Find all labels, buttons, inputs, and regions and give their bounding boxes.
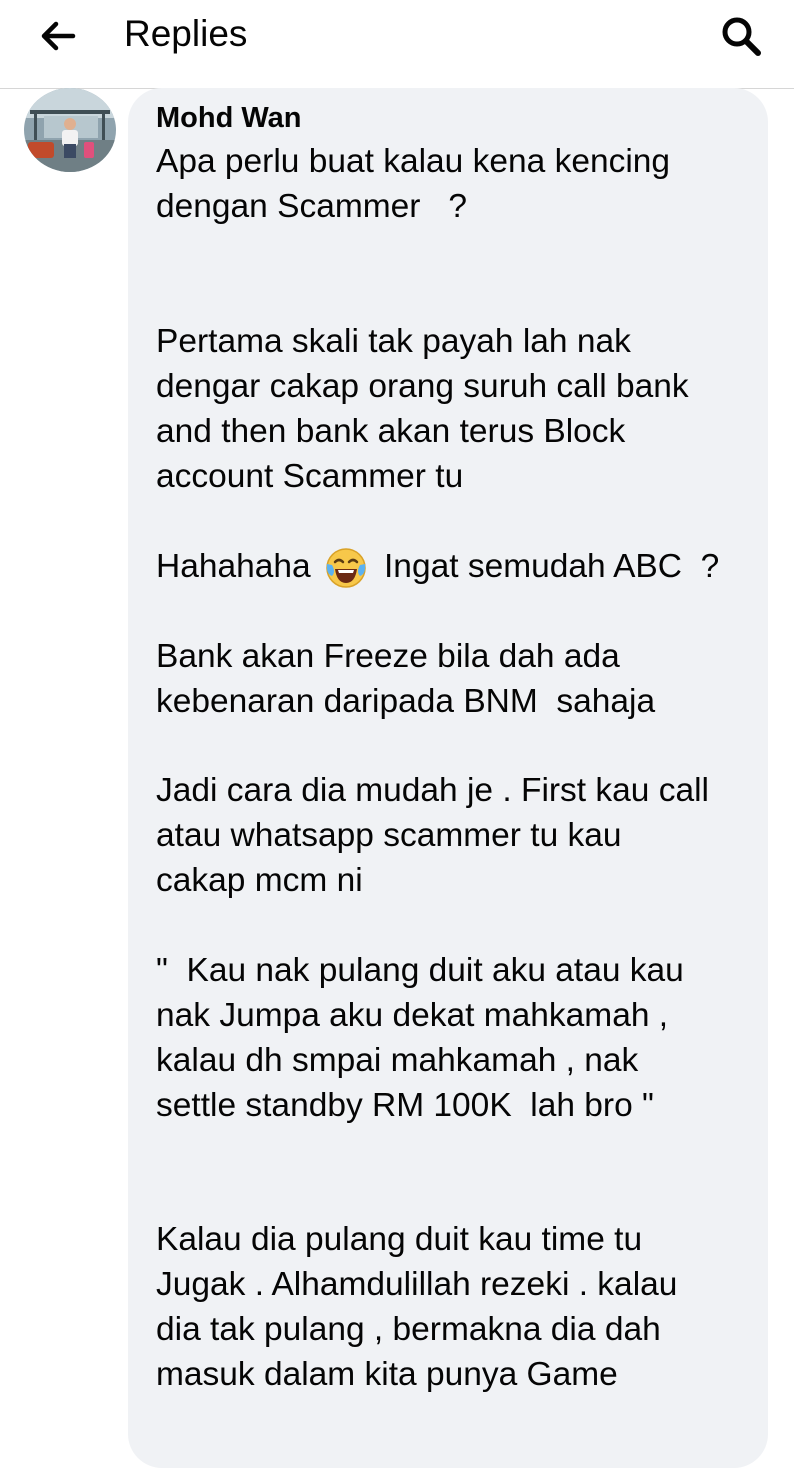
- comment-line: Ingat semudah ABC ?: [384, 548, 720, 585]
- comment-line: kalau dh smpai mahkamah , nak: [156, 1042, 639, 1079]
- comment-line: Hahahaha: [156, 548, 311, 585]
- comment-line: masuk dalam kita punya Game: [156, 1356, 618, 1393]
- avatar[interactable]: [24, 88, 116, 172]
- back-button[interactable]: [28, 10, 88, 62]
- comment-line: settle standby RM 100K lah bro ": [156, 1087, 654, 1124]
- comment-line: dengan Scammer ?: [156, 188, 467, 225]
- arrow-left-icon: [41, 21, 76, 51]
- comment-line: Bank akan Freeze bila dah ada: [156, 638, 620, 675]
- tears-of-joy-emoji: [326, 548, 366, 588]
- top-bar: Replies: [0, 0, 794, 89]
- comment-line: Jadi cara dia mudah je . First kau call: [156, 772, 709, 809]
- comment-line: Apa perlu buat kalau kena kencing: [156, 143, 671, 180]
- avatar-photo: [24, 88, 116, 172]
- comment-author[interactable]: Mohd Wan: [156, 100, 302, 136]
- page-title: Replies: [124, 13, 248, 54]
- comment-line: Pertama skali tak payah lah nak: [156, 323, 631, 360]
- comment-line: cakap mcm ni: [156, 862, 363, 899]
- comment-line: " Kau nak pulang duit aku atau kau: [156, 952, 684, 989]
- search-icon: [722, 17, 761, 56]
- comment-line: atau whatsapp scammer tu kau: [156, 817, 622, 854]
- comment-line: nak Jumpa aku dekat mahkamah ,: [156, 997, 669, 1034]
- comment-line: dengar cakap orang suruh call bank: [156, 368, 689, 405]
- search-button[interactable]: [712, 8, 770, 64]
- comment-line: Kalau dia pulang duit kau time tu: [156, 1221, 643, 1258]
- comment-line: and then bank akan terus Block: [156, 413, 626, 450]
- comment-line: Jugak . Alhamdulillah rezeki . kalau: [156, 1266, 678, 1303]
- comment-line: account Scammer tu: [156, 458, 464, 495]
- comment-line: dia tak pulang , bermakna dia dah: [156, 1311, 661, 1348]
- comment-line: kebenaran daripada BNM sahaja: [156, 683, 656, 720]
